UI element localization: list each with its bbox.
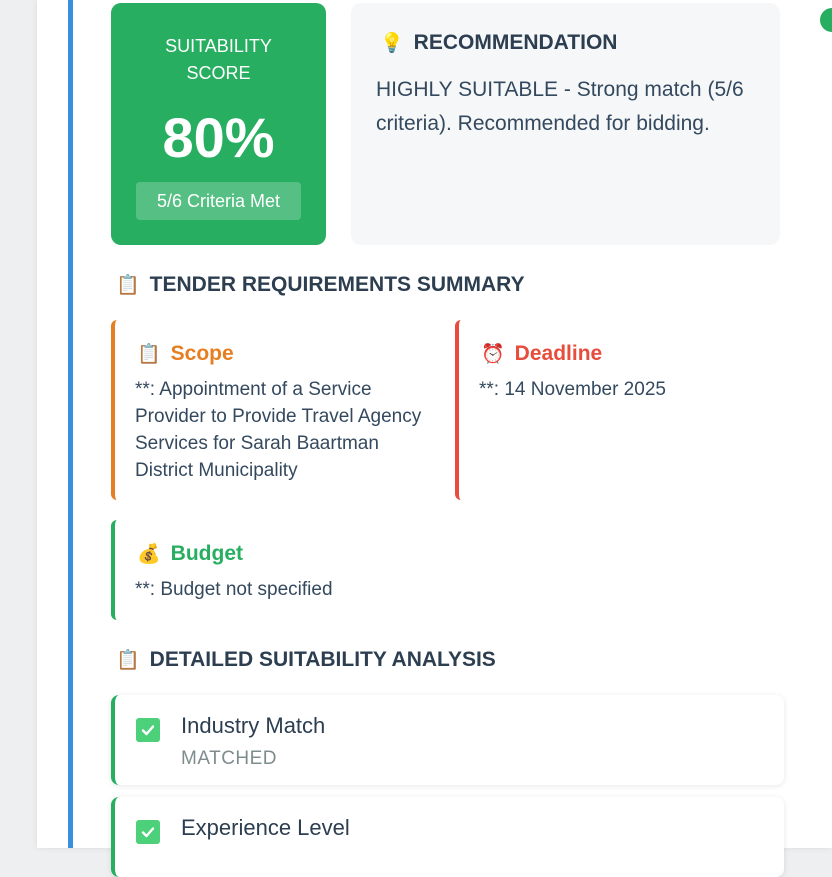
analysis-item-label: Industry Match [181, 713, 326, 738]
criteria-badge: 5/6 Criteria Met [136, 182, 301, 220]
score-label: SUITABILITY SCORE [165, 36, 272, 83]
clipboard-icon: 📋 [116, 273, 140, 296]
recommendation-title: RECOMMENDATION [413, 31, 618, 54]
clipboard-icon: 📋 [137, 342, 161, 365]
scope-card: 📋 Scope **: Appointment of a Service Pro… [111, 320, 435, 500]
budget-heading: 💰 Budget [137, 542, 243, 566]
scope-heading: 📋 Scope [137, 342, 234, 366]
deadline-text: **: 14 November 2025 [479, 379, 666, 400]
score-value: 80% [162, 106, 275, 169]
scope-title: Scope [170, 342, 234, 365]
deadline-card: ⏰ Deadline **: 14 November 2025 [455, 320, 784, 500]
suitability-score-card: SUITABILITY SCORE 80% 5/6 Criteria Met [111, 3, 326, 245]
budget-card: 💰 Budget **: Budget not specified [111, 520, 440, 620]
budget-text: **: Budget not specified [135, 579, 333, 600]
recommendation-card: 💡 RECOMMENDATION HIGHLY SUITABLE - Stron… [351, 3, 780, 245]
requirements-heading: 📋 TENDER REQUIREMENTS SUMMARY [116, 273, 525, 297]
alarm-clock-icon: ⏰ [481, 342, 505, 365]
money-bag-icon: 💰 [137, 542, 161, 565]
analysis-item: Experience Level [111, 797, 784, 877]
recommendation-heading: 💡 RECOMMENDATION [380, 31, 617, 55]
analysis-item-status: MATCHED [181, 748, 278, 769]
clipboard-icon: 📋 [116, 648, 140, 671]
recommendation-text: HIGHLY SUITABLE - Strong match (5/6 crit… [376, 78, 744, 135]
deadline-heading: ⏰ Deadline [481, 342, 602, 366]
analysis-heading: 📋 DETAILED SUITABILITY ANALYSIS [116, 648, 496, 672]
budget-title: Budget [170, 542, 243, 565]
lightbulb-icon: 💡 [380, 31, 404, 54]
analysis-item-label: Experience Level [181, 815, 350, 840]
scope-text: **: Appointment of a Service Provider to… [135, 379, 422, 481]
analysis-item: Industry Match MATCHED [111, 695, 784, 785]
check-box-icon [136, 718, 160, 742]
requirements-heading-text: TENDER REQUIREMENTS SUMMARY [149, 273, 525, 296]
deadline-title: Deadline [514, 342, 603, 365]
analysis-heading-text: DETAILED SUITABILITY ANALYSIS [149, 648, 496, 671]
accent-line [68, 0, 73, 848]
check-box-icon [136, 820, 160, 844]
